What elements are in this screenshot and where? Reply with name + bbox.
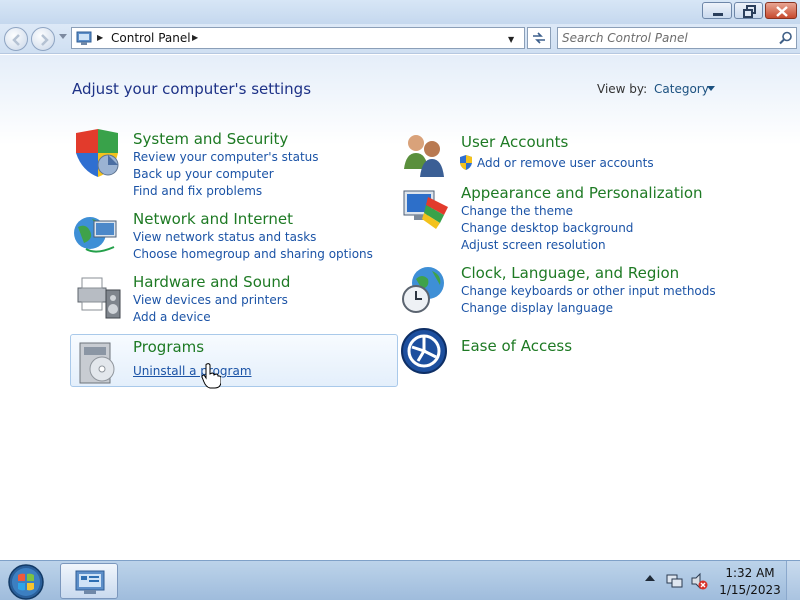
printer-speaker-icon[interactable] (72, 272, 124, 324)
category-title[interactable]: Appearance and Personalization (461, 184, 703, 202)
search-box[interactable] (557, 27, 797, 49)
window-title-bar (0, 0, 800, 24)
clock-date[interactable]: 1/15/2023 (715, 583, 785, 597)
category-title[interactable]: System and Security (133, 130, 288, 148)
category-link[interactable]: Change keyboards or other input methods (461, 284, 716, 298)
programs-disc-icon[interactable] (72, 337, 124, 389)
minimize-button[interactable] (702, 2, 732, 19)
address-bar[interactable]: ▶ Control Panel ▶ ▼ (71, 27, 525, 49)
recent-pages-dropdown-icon[interactable] (59, 34, 67, 40)
category-title[interactable]: Programs (133, 338, 204, 356)
back-button[interactable] (4, 27, 28, 51)
category-link[interactable]: Choose homegroup and sharing options (133, 247, 373, 261)
restore-icon (743, 5, 756, 18)
view-by-dropdown[interactable]: Category (654, 82, 709, 96)
network-status-icon[interactable] (666, 572, 684, 590)
taskbar-control-panel-button[interactable] (60, 563, 118, 599)
category-link[interactable]: Review your computer's status (133, 150, 319, 164)
category-link[interactable]: Adjust screen resolution (461, 238, 606, 252)
category-link[interactable]: Find and fix problems (133, 184, 262, 198)
monitor-paint-icon[interactable] (400, 185, 452, 237)
search-icon[interactable] (779, 31, 793, 45)
category-link[interactable]: Change display language (461, 301, 613, 315)
hand-cursor-icon (201, 363, 221, 389)
forward-button[interactable] (31, 27, 55, 51)
chevron-down-icon[interactable] (707, 86, 715, 91)
breadcrumb-arrow-icon[interactable]: ▶ (192, 33, 198, 42)
show-hidden-icons-icon[interactable] (645, 574, 655, 582)
breadcrumb-arrow-icon[interactable]: ▶ (97, 33, 103, 42)
control-panel-icon (75, 570, 105, 594)
back-arrow-icon (12, 34, 20, 46)
globe-clock-icon[interactable] (400, 265, 452, 317)
shield-icon[interactable] (72, 129, 124, 181)
close-icon (776, 6, 788, 17)
search-input[interactable] (562, 30, 772, 46)
category-link[interactable]: Add or remove user accounts (477, 156, 654, 170)
taskbar: 1:32 AM 1/15/2023 (0, 560, 800, 600)
windows-start-orb-icon[interactable] (7, 564, 45, 600)
control-panel-content: Adjust your computer's settings View by:… (0, 55, 800, 560)
refresh-icon (533, 32, 545, 44)
users-icon[interactable] (400, 129, 452, 181)
page-title: Adjust your computer's settings (72, 80, 312, 98)
category-link[interactable]: Back up your computer (133, 167, 274, 181)
restore-button[interactable] (734, 2, 763, 19)
category-title[interactable]: User Accounts (461, 133, 568, 151)
breadcrumb-control-panel[interactable]: Control Panel (111, 31, 191, 45)
category-title[interactable]: Network and Internet (133, 210, 293, 228)
forward-arrow-icon (41, 34, 49, 46)
volume-muted-icon[interactable] (690, 572, 708, 590)
category-link[interactable]: View network status and tasks (133, 230, 316, 244)
minimize-icon (713, 13, 723, 16)
category-link[interactable]: View devices and printers (133, 293, 288, 307)
category-link[interactable]: Change the theme (461, 204, 573, 218)
clock-time[interactable]: 1:32 AM (715, 566, 785, 580)
control-panel-icon (76, 31, 92, 45)
close-button[interactable] (765, 2, 797, 19)
view-by-label: View by: (597, 82, 648, 96)
address-dropdown-icon[interactable]: ▼ (508, 35, 514, 44)
category-title[interactable]: Ease of Access (461, 337, 572, 355)
category-title[interactable]: Clock, Language, and Region (461, 264, 679, 282)
refresh-button[interactable] (527, 27, 551, 49)
show-desktop-button[interactable] (786, 561, 800, 600)
category-link[interactable]: Add a device (133, 310, 211, 324)
category-title[interactable]: Hardware and Sound (133, 273, 290, 291)
uac-shield-icon (460, 155, 472, 170)
ease-of-access-icon[interactable] (400, 327, 452, 379)
network-globe-icon[interactable] (72, 209, 124, 261)
category-link[interactable]: Uninstall a program (133, 364, 252, 378)
category-link[interactable]: Change desktop background (461, 221, 633, 235)
